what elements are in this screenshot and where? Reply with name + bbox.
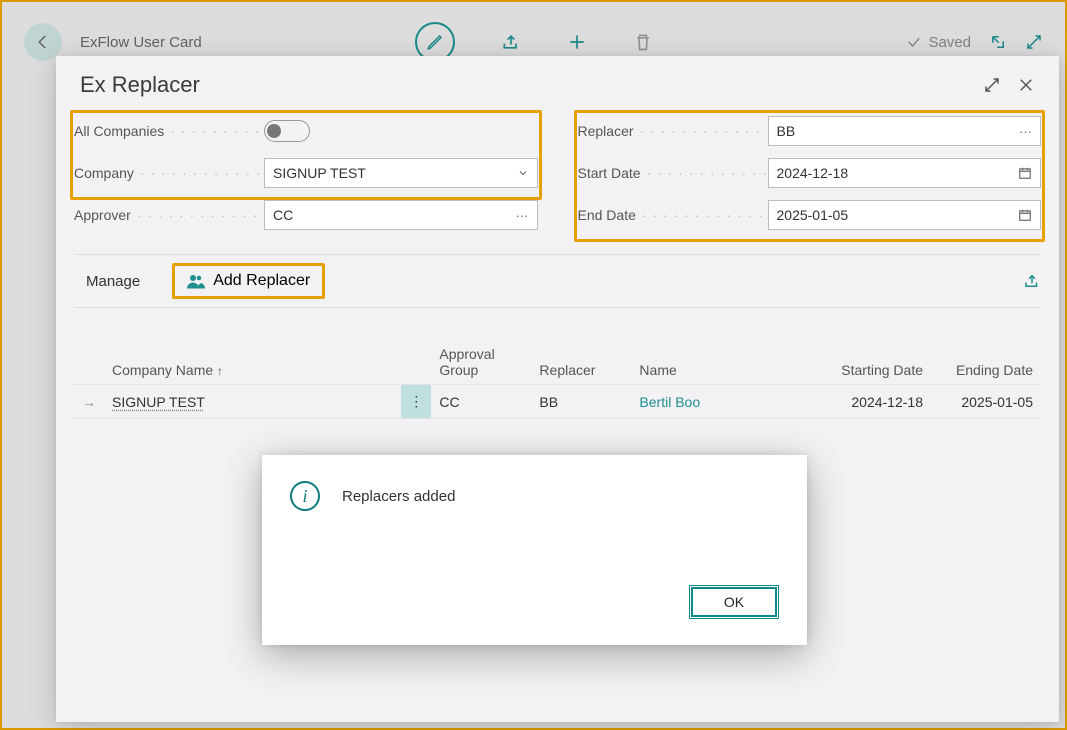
all-companies-toggle[interactable] [264, 120, 310, 142]
form-right-column: Replacer BB ··· Start Date 2024-12-18 [578, 110, 1042, 236]
start-date-value: 2024-12-18 [777, 165, 1019, 181]
manage-label: Manage [86, 273, 140, 290]
chevron-down-icon [517, 167, 529, 179]
add-replacer-label: Add Replacer [213, 272, 310, 290]
col-replacer[interactable]: Replacer [531, 340, 631, 385]
ellipsis-icon: ··· [1019, 124, 1032, 139]
action-bar: Manage Add Replacer [74, 254, 1041, 308]
table-row[interactable]: → SIGNUP TEST ⋮ CC BB Bertil Boo 2024-12… [74, 385, 1041, 419]
end-date-value: 2025-01-05 [777, 207, 1019, 223]
company-select[interactable]: SIGNUP TEST [264, 158, 538, 188]
panel-expand-icon[interactable] [983, 76, 1001, 94]
approver-lookup[interactable]: CC ··· [264, 200, 538, 230]
sort-asc-icon: ↑ [217, 364, 223, 378]
company-value: SIGNUP TEST [273, 165, 517, 181]
cell-replacer: BB [531, 385, 631, 419]
add-replacer-button[interactable]: Add Replacer [172, 263, 325, 299]
ellipsis-icon: ··· [516, 208, 529, 223]
start-date-input[interactable]: 2024-12-18 [768, 158, 1042, 188]
panel-close-icon[interactable] [1017, 76, 1035, 94]
col-approval-group[interactable]: Approval Group [431, 340, 531, 385]
share-list-button[interactable] [1023, 272, 1041, 290]
calendar-icon [1018, 208, 1032, 222]
users-icon [187, 273, 205, 289]
manage-button[interactable]: Manage [74, 267, 152, 296]
form-area: All Companies Company SIGNUP TEST [56, 104, 1059, 236]
cell-starting-date: 2024-12-18 [811, 385, 931, 419]
form-left-column: All Companies Company SIGNUP TEST [74, 110, 538, 236]
col-starting-date[interactable]: Starting Date [811, 340, 931, 385]
replacer-lookup[interactable]: BB ··· [768, 116, 1042, 146]
replacer-value: BB [777, 123, 1020, 139]
cell-company-name[interactable]: SIGNUP TEST [112, 394, 205, 410]
row-select-arrow-icon[interactable]: → [74, 385, 104, 419]
row-menu-button[interactable]: ⋮ [401, 385, 431, 419]
all-companies-label: All Companies [74, 123, 264, 139]
info-dialog: i Replacers added OK [262, 455, 807, 645]
cell-ending-date: 2025-01-05 [931, 385, 1041, 419]
company-label: Company [74, 165, 264, 181]
replacer-label: Replacer [578, 123, 768, 139]
end-date-input[interactable]: 2025-01-05 [768, 200, 1042, 230]
panel-title: Ex Replacer [80, 72, 200, 98]
col-name[interactable]: Name [631, 340, 811, 385]
end-date-label: End Date [578, 207, 768, 223]
approver-value: CC [273, 207, 516, 223]
dialog-message: Replacers added [342, 488, 455, 505]
cell-name-link[interactable]: Bertil Boo [639, 394, 700, 410]
replacer-table: Company Name ↑ Approval Group Replacer N… [74, 340, 1041, 419]
panel-header: Ex Replacer [56, 56, 1059, 104]
start-date-label: Start Date [578, 165, 768, 181]
cell-approval-group: CC [431, 385, 531, 419]
approver-label: Approver [74, 207, 264, 223]
col-ending-date[interactable]: Ending Date [931, 340, 1041, 385]
ok-button[interactable]: OK [689, 585, 779, 619]
calendar-icon [1018, 166, 1032, 180]
col-company-name[interactable]: Company Name ↑ [104, 340, 401, 385]
info-icon: i [290, 481, 320, 511]
